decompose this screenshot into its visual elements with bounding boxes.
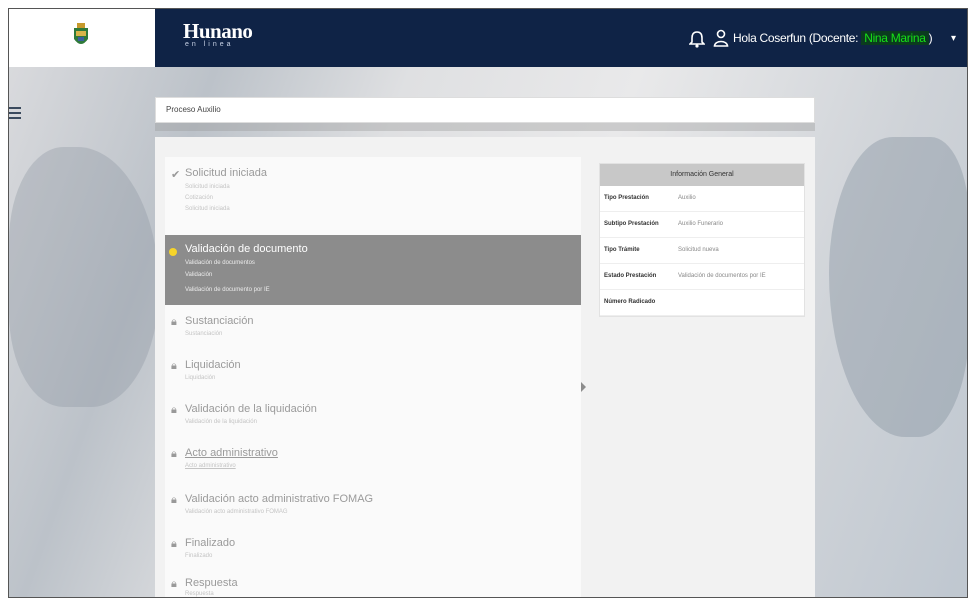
step-subtitle: Validación acto administrativo FOMAG xyxy=(185,509,288,515)
step-title: Validación de documento xyxy=(185,243,308,255)
lock-icon: 🔒︎ xyxy=(171,360,177,372)
lock-icon: 🔒︎ xyxy=(171,404,177,416)
step-title: Sustanciación xyxy=(185,315,254,327)
step-subtitle: Liquidación xyxy=(185,375,216,381)
background-shape xyxy=(829,137,967,437)
user-greeting[interactable]: Hola Coserfun (Docente: Nina Marina) xyxy=(733,31,933,45)
step-subtitle: Solicitud iniciada xyxy=(185,206,230,212)
hamburger-menu-icon[interactable] xyxy=(9,107,21,119)
check-icon: ✔ xyxy=(171,169,181,181)
info-key: Tipo Trámite xyxy=(604,247,640,253)
step-title: Acto administrativo xyxy=(185,447,278,459)
lock-icon: 🔒︎ xyxy=(171,578,177,590)
step-liquidacion[interactable]: 🔒︎ Liquidación Liquidación xyxy=(165,353,581,393)
info-key: Subtipo Prestación xyxy=(604,221,659,227)
step-subtitle: Validación de documentos xyxy=(185,260,255,266)
brand-logo[interactable]: Hunano en linea xyxy=(183,19,253,49)
step-subtitle: Validación de la liquidación xyxy=(185,419,257,425)
bell-icon[interactable] xyxy=(689,30,705,48)
info-value: Solicitud nueva xyxy=(678,247,719,253)
step-respuesta[interactable]: 🔒︎ Respuesta Respuesta xyxy=(165,571,581,597)
info-row: Número Radicado xyxy=(600,290,804,316)
background-shape xyxy=(9,147,159,407)
crest-logo xyxy=(74,23,88,44)
step-validacion-acto-fomag[interactable]: 🔒︎ Validación acto administrativo FOMAG … xyxy=(165,487,581,527)
step-subtitle: Solicitud iniciada xyxy=(185,184,230,190)
current-step-dot-icon xyxy=(169,248,177,256)
info-general-card: Información General Tipo Prestación Auxi… xyxy=(599,163,805,317)
step-title: Finalizado xyxy=(185,537,236,549)
breadcrumb: Proceso Auxilio xyxy=(155,97,815,123)
step-title: Respuesta xyxy=(185,577,238,589)
docente-name: Nina Marina xyxy=(861,31,929,45)
lock-icon: 🔒︎ xyxy=(171,538,177,550)
user-icon[interactable] xyxy=(713,29,729,47)
step-validacion-documento[interactable]: Validación de documento Validación de do… xyxy=(165,235,581,305)
step-subtitle: Finalizado xyxy=(185,553,213,559)
process-steps: ✔ Solicitud iniciada Solicitud iniciada … xyxy=(165,157,581,597)
info-row: Estado Prestación Validación de document… xyxy=(600,264,804,290)
step-validacion-liquidacion[interactable]: 🔒︎ Validación de la liquidación Validaci… xyxy=(165,397,581,437)
step-subtitle: Acto administrativo xyxy=(185,463,236,469)
lock-icon: 🔒︎ xyxy=(171,448,177,460)
step-title: Validación de la liquidación xyxy=(185,403,317,415)
info-value: Auxilio xyxy=(678,195,696,201)
info-card-header: Información General xyxy=(600,164,804,186)
breadcrumb-shadow xyxy=(155,123,815,131)
step-solicitud-iniciada[interactable]: ✔ Solicitud iniciada Solicitud iniciada … xyxy=(165,157,581,217)
info-row: Tipo Prestación Auxilio xyxy=(600,186,804,212)
info-value: Auxilio Funerario xyxy=(678,221,724,227)
top-navbar: Hunano en linea Hola Coserfun (Docente: … xyxy=(9,9,967,67)
chevron-down-icon[interactable]: ▾ xyxy=(951,33,956,44)
info-value: Validación de documentos por IE xyxy=(678,273,766,279)
active-step-pointer xyxy=(581,382,586,392)
greeting-prefix: Hola Coserfun (Docente: xyxy=(733,31,862,45)
step-title: Liquidación xyxy=(185,359,241,371)
logo-area xyxy=(9,9,155,67)
step-subtitle: Sustanciación xyxy=(185,331,223,337)
step-subtitle: Validación de documento por IE xyxy=(185,287,270,293)
step-subtitle: Respuesta xyxy=(185,591,214,597)
lock-icon: 🔒︎ xyxy=(171,494,177,506)
step-subtitle: Cotización xyxy=(185,195,214,201)
info-row: Tipo Trámite Solicitud nueva xyxy=(600,238,804,264)
step-title: Validación acto administrativo FOMAG xyxy=(185,493,374,505)
lock-icon: 🔒︎ xyxy=(171,316,177,328)
info-row: Subtipo Prestación Auxilio Funerario xyxy=(600,212,804,238)
info-key: Tipo Prestación xyxy=(604,195,649,201)
step-sustanciacion[interactable]: 🔒︎ Sustanciación Sustanciación xyxy=(165,309,581,349)
step-acto-administrativo[interactable]: 🔒︎ Acto administrativo Acto administrati… xyxy=(165,441,581,481)
step-title: Solicitud iniciada xyxy=(185,167,267,179)
brand-name: Hunano xyxy=(183,19,253,43)
process-panel: ✔ Solicitud iniciada Solicitud iniciada … xyxy=(155,137,815,597)
info-key: Número Radicado xyxy=(604,299,656,305)
step-finalizado[interactable]: 🔒︎ Finalizado Finalizado xyxy=(165,531,581,571)
app-window: Hunano en linea Hola Coserfun (Docente: … xyxy=(8,8,968,598)
step-subtitle: Validación xyxy=(185,272,213,278)
info-key: Estado Prestación xyxy=(604,273,657,279)
greeting-suffix: ) xyxy=(928,31,933,45)
